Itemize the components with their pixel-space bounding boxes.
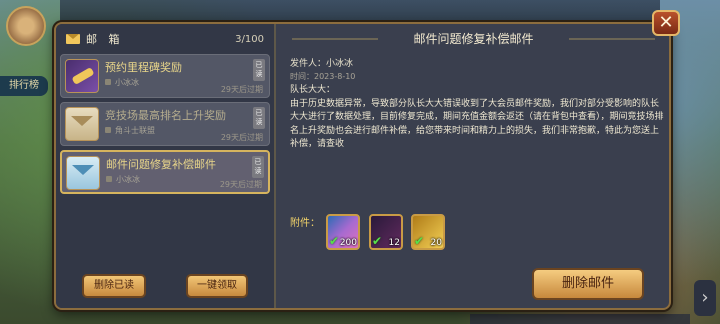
claim-all-button[interactable]: 一键领取 (186, 274, 248, 298)
mail-list: 预约里程碑奖励 小冰冰 29天后过期 已读 竞技场最高排名上升奖励 角斗士联盟 … (60, 54, 270, 244)
mail-list-pane: 邮 箱 3/100 预约里程碑奖励 小冰冰 29天后过期 已读 竞技场最高排名上… (56, 24, 276, 308)
read-tag: 已读 (252, 156, 264, 178)
mail-item-title: 预约里程碑奖励 (105, 61, 182, 74)
mail-item-sender: 小冰冰 (105, 77, 139, 88)
check-icon: ✔ (414, 234, 425, 248)
expand-arrow-icon[interactable]: › (694, 280, 716, 316)
detail-title: 邮件问题修复补偿邮件 (278, 28, 669, 50)
mail-item-expire: 29天后过期 (219, 180, 262, 189)
detail-body: 队长大大： 由于历史数据异常，导致部分队长大大错误收到了大会员邮件奖励，我们对部… (290, 84, 664, 152)
crystal-icon[interactable]: ✔ 200 (326, 214, 360, 250)
bottom-nav-bar (470, 314, 690, 324)
close-icon[interactable]: ✕ (652, 10, 680, 36)
delete-mail-button[interactable]: 删除邮件 (532, 268, 644, 300)
attachments-label: 附件： (290, 218, 320, 229)
mail-item-compensation[interactable]: 邮件问题修复补偿邮件 小冰冰 29天后过期 已读 (60, 150, 270, 194)
mail-item-title: 竞技场最高排名上升奖励 (105, 109, 226, 122)
detail-sender: 发件人：小冰冰 (290, 59, 354, 69)
mail-detail-pane: 邮件问题修复补偿邮件 发件人：小冰冰 时间：2023-8-10 队长大大： 由于… (278, 24, 669, 308)
delete-read-button[interactable]: 删除已读 (82, 274, 146, 298)
read-tag: 已读 (253, 59, 265, 81)
mail-item-expire: 29天后过期 (220, 133, 263, 142)
top-resource-bar (60, 0, 660, 24)
gold-scroll-icon[interactable]: ✔ 20 (411, 214, 445, 250)
check-icon: ✔ (329, 234, 340, 248)
detail-greeting: 队长大大： (290, 85, 336, 95)
envelope-icon (65, 107, 99, 141)
scroll-icon (65, 59, 99, 93)
mail-item-expire: 29天后过期 (220, 85, 263, 94)
mail-panel: 邮 箱 3/100 预约里程碑奖励 小冰冰 29天后过期 已读 竞技场最高排名上… (54, 22, 671, 310)
detail-time: 时间：2023-8-10 (290, 72, 356, 81)
player-avatar[interactable] (6, 6, 46, 46)
mail-item-milestone[interactable]: 预约里程碑奖励 小冰冰 29天后过期 已读 (60, 54, 270, 98)
detail-message: 由于历史数据异常，导致部分队长大大错误收到了大会员邮件奖励，我们对部分受影响的队… (290, 98, 664, 150)
mailbox-header: 邮 箱 3/100 (62, 28, 270, 50)
mailbox-count: 3/100 (235, 33, 264, 45)
mail-item-title: 邮件问题修复补偿邮件 (106, 158, 216, 171)
rank-button[interactable]: 排行榜 (0, 76, 48, 96)
check-icon: ✔ (372, 234, 383, 248)
attachment-qty: 20 (430, 238, 442, 248)
mail-item-arena[interactable]: 竞技场最高排名上升奖励 角斗士联盟 29天后过期 已读 (60, 102, 270, 146)
mail-item-sender: 角斗士联盟 (105, 125, 155, 136)
attachment-qty: 12 (388, 238, 400, 248)
envelope-blue-icon (66, 156, 100, 190)
mail-icon (66, 34, 80, 44)
mailbox-title: 邮 箱 (86, 33, 124, 46)
read-tag: 已读 (253, 107, 265, 129)
mail-item-sender: 小冰冰 (106, 174, 140, 185)
attachment-qty: 200 (339, 238, 357, 248)
wand-icon[interactable]: ✔ 12 (369, 214, 403, 250)
